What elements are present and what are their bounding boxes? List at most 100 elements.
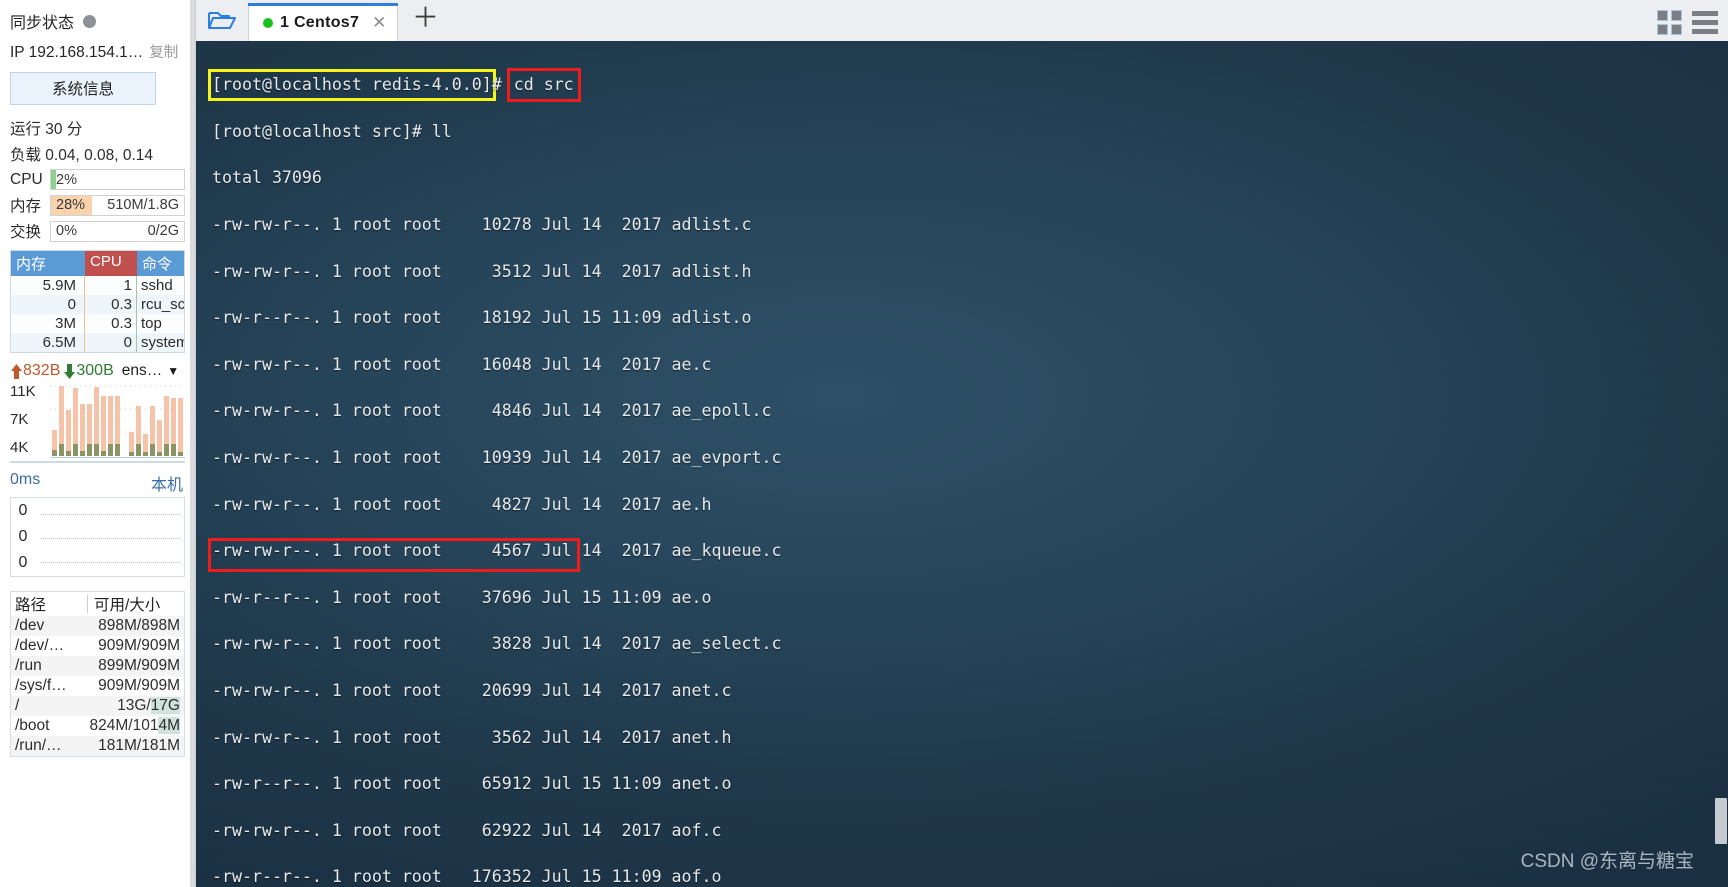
network-interface-label[interactable]: ens…: [122, 362, 163, 380]
process-memory: 0: [11, 295, 85, 314]
cpu-meter-row: CPU 2%: [6, 167, 189, 192]
table-row[interactable]: /dev/… 909M/909M: [11, 636, 184, 656]
table-row[interactable]: /run 899M/909M: [11, 656, 184, 676]
terminal-screen[interactable]: [root@localhost redis-4.0.0]# cd src [ro…: [196, 41, 1728, 887]
open-folder-icon: [208, 11, 236, 29]
uptime-label: 运行 30 分: [10, 121, 83, 138]
terminal-line: -rw-rw-r--. 1 root root 10278 Jul 14 201…: [212, 215, 752, 235]
terminal-line: -rw-r--r--. 1 root root 18192 Jul 15 11:…: [212, 308, 752, 328]
table-row[interactable]: 6.5M 0 systemd: [11, 333, 184, 352]
system-monitor-sidebar: 同步状态 IP 192.168.154.1… 复制 系统信息 运行 30 分 负…: [0, 0, 196, 887]
cpu-meter-percent: 2%: [56, 171, 77, 188]
table-row[interactable]: /dev 898M/898M: [11, 616, 184, 636]
process-header-command[interactable]: 命令: [137, 251, 184, 276]
disk-path: /run: [15, 657, 42, 674]
network-traffic-chart: 11K 7K 4K: [10, 382, 185, 458]
load-average-label: 负载 0.04, 0.08, 0.14: [10, 147, 154, 164]
latency-header: 0ms 本机: [10, 471, 183, 495]
disk-header-size[interactable]: 可用/大小: [94, 593, 184, 615]
csdn-watermark: CSDN @东离与糖宝: [1520, 851, 1694, 872]
arrow-down-icon: [64, 363, 76, 379]
swap-meter-row: 交换 0% 0/2G: [6, 218, 189, 244]
terminal-line: [root@localhost src]# ll: [212, 121, 452, 141]
open-folder-button[interactable]: [196, 0, 248, 41]
terminal-line: total 37096: [212, 168, 322, 188]
app-root: 同步状态 IP 192.168.154.1… 复制 系统信息 运行 30 分 负…: [0, 0, 1728, 887]
terminal-line: -rw-r--r--. 1 root root 176352 Jul 15 11…: [212, 867, 722, 887]
network-download-value: 300B: [76, 362, 114, 379]
latency-gridline: [41, 562, 180, 563]
disk-size-highlight: 4M: [158, 717, 180, 734]
disk-header-divider: [87, 595, 88, 613]
disk-usage-table: 路径 可用/大小 /dev 898M/898M /dev/… 909M/909M…: [10, 591, 185, 757]
latency-chart: 0 0 0: [10, 497, 185, 577]
network-bars: [50, 385, 185, 456]
latency-axis-tick: 0: [18, 502, 28, 519]
disk-size-highlight: 17G: [150, 697, 180, 714]
arrow-up-icon: [11, 363, 22, 379]
terminal-line: -rw-rw-r--. 1 root root 3828 Jul 14 2017…: [212, 634, 782, 654]
disk-path: /sys/f…: [15, 677, 67, 694]
network-chart-axis: 11K 7K 4K: [10, 382, 50, 458]
disk-path: /dev: [15, 617, 45, 634]
terminal-line: -rw-rw-r--. 1 root root 3562 Jul 14 2017…: [212, 727, 732, 747]
sync-status-dot-icon: [83, 14, 97, 28]
latency-chart-plot: [35, 498, 184, 576]
prompt-hash: #: [491, 75, 502, 95]
sync-status-label: 同步状态: [10, 15, 75, 32]
terminal-line: -rw-rw-r--. 1 root root 4846 Jul 14 2017…: [212, 401, 772, 421]
table-row[interactable]: /run/… 181M/181M: [11, 736, 184, 756]
ip-row: IP 192.168.154.1… 复制: [6, 39, 189, 68]
process-header-memory[interactable]: 内存: [11, 251, 85, 276]
disk-path: /: [15, 697, 20, 714]
new-tab-button[interactable]: ＋: [398, 5, 453, 36]
cpu-meter-bar: 2%: [50, 169, 185, 190]
network-stats-header: 832B 300B ens… ▼: [10, 362, 185, 380]
latency-axis-tick: 0: [18, 528, 28, 545]
network-axis-tick: 7K: [10, 411, 29, 428]
table-row[interactable]: / 13G/17G: [11, 696, 184, 716]
swap-meter-label: 交换: [10, 224, 42, 241]
close-icon[interactable]: ✕: [372, 13, 386, 33]
disk-path: /run/…: [15, 737, 62, 754]
process-command: rcu_sche: [141, 296, 184, 313]
latency-gridline: [41, 514, 180, 515]
swap-meter-percent: 0%: [56, 223, 77, 239]
swap-meter-detail: 0/2G: [147, 223, 179, 239]
process-command: sshd: [141, 277, 173, 294]
table-row[interactable]: /boot 824M/1014M: [11, 716, 184, 736]
disk-size: 909M/909M: [98, 637, 180, 654]
memory-meter-detail: 510M/1.8G: [107, 197, 179, 213]
terminal-line: -rw-rw-r--. 1 root root 16048 Jul 14 201…: [212, 354, 712, 374]
disk-header-path[interactable]: 路径: [11, 593, 87, 615]
table-row[interactable]: /sys/f… 909M/909M: [11, 676, 184, 696]
disk-size: 898M/898M: [98, 617, 180, 634]
sidebar-scrollbar[interactable]: [190, 0, 195, 887]
tab-title: 1 Centos7: [280, 13, 360, 31]
list-view-icon[interactable]: [1692, 11, 1718, 34]
sync-status-row: 同步状态: [6, 0, 189, 39]
table-row[interactable]: 3M 0.3 top: [11, 314, 184, 333]
system-info-button[interactable]: 系统信息: [10, 72, 156, 105]
chevron-down-icon[interactable]: ▼: [167, 364, 179, 378]
tab-centos7[interactable]: 1 Centos7 ✕: [248, 3, 398, 41]
terminal-scrollbar-track[interactable]: [1714, 41, 1728, 887]
latency-target-label[interactable]: 本机: [151, 471, 183, 495]
latency-value: 0ms: [10, 471, 41, 488]
swap-meter-bar: 0% 0/2G: [50, 220, 185, 242]
network-upload-value: 832B: [23, 362, 61, 379]
table-row[interactable]: 5.9M 1 sshd: [11, 276, 184, 295]
network-axis-tick: 4K: [10, 439, 29, 456]
process-table-header: 内存 CPU 命令: [11, 251, 184, 276]
table-row[interactable]: 0 0.3 rcu_sche: [11, 295, 184, 314]
terminal-scrollbar-thumb[interactable]: [1715, 798, 1727, 844]
process-command: top: [141, 315, 162, 332]
tab-bar: 1 Centos7 ✕ ＋: [196, 0, 1728, 41]
cpu-meter-label: CPU: [10, 170, 43, 188]
network-upload: 832B: [10, 362, 60, 380]
process-memory: 3M: [11, 314, 85, 333]
process-header-cpu[interactable]: CPU: [85, 251, 137, 276]
network-chart-plot: [50, 382, 185, 458]
grid-view-icon[interactable]: [1657, 10, 1682, 35]
copy-ip-button[interactable]: 复制: [149, 41, 178, 62]
